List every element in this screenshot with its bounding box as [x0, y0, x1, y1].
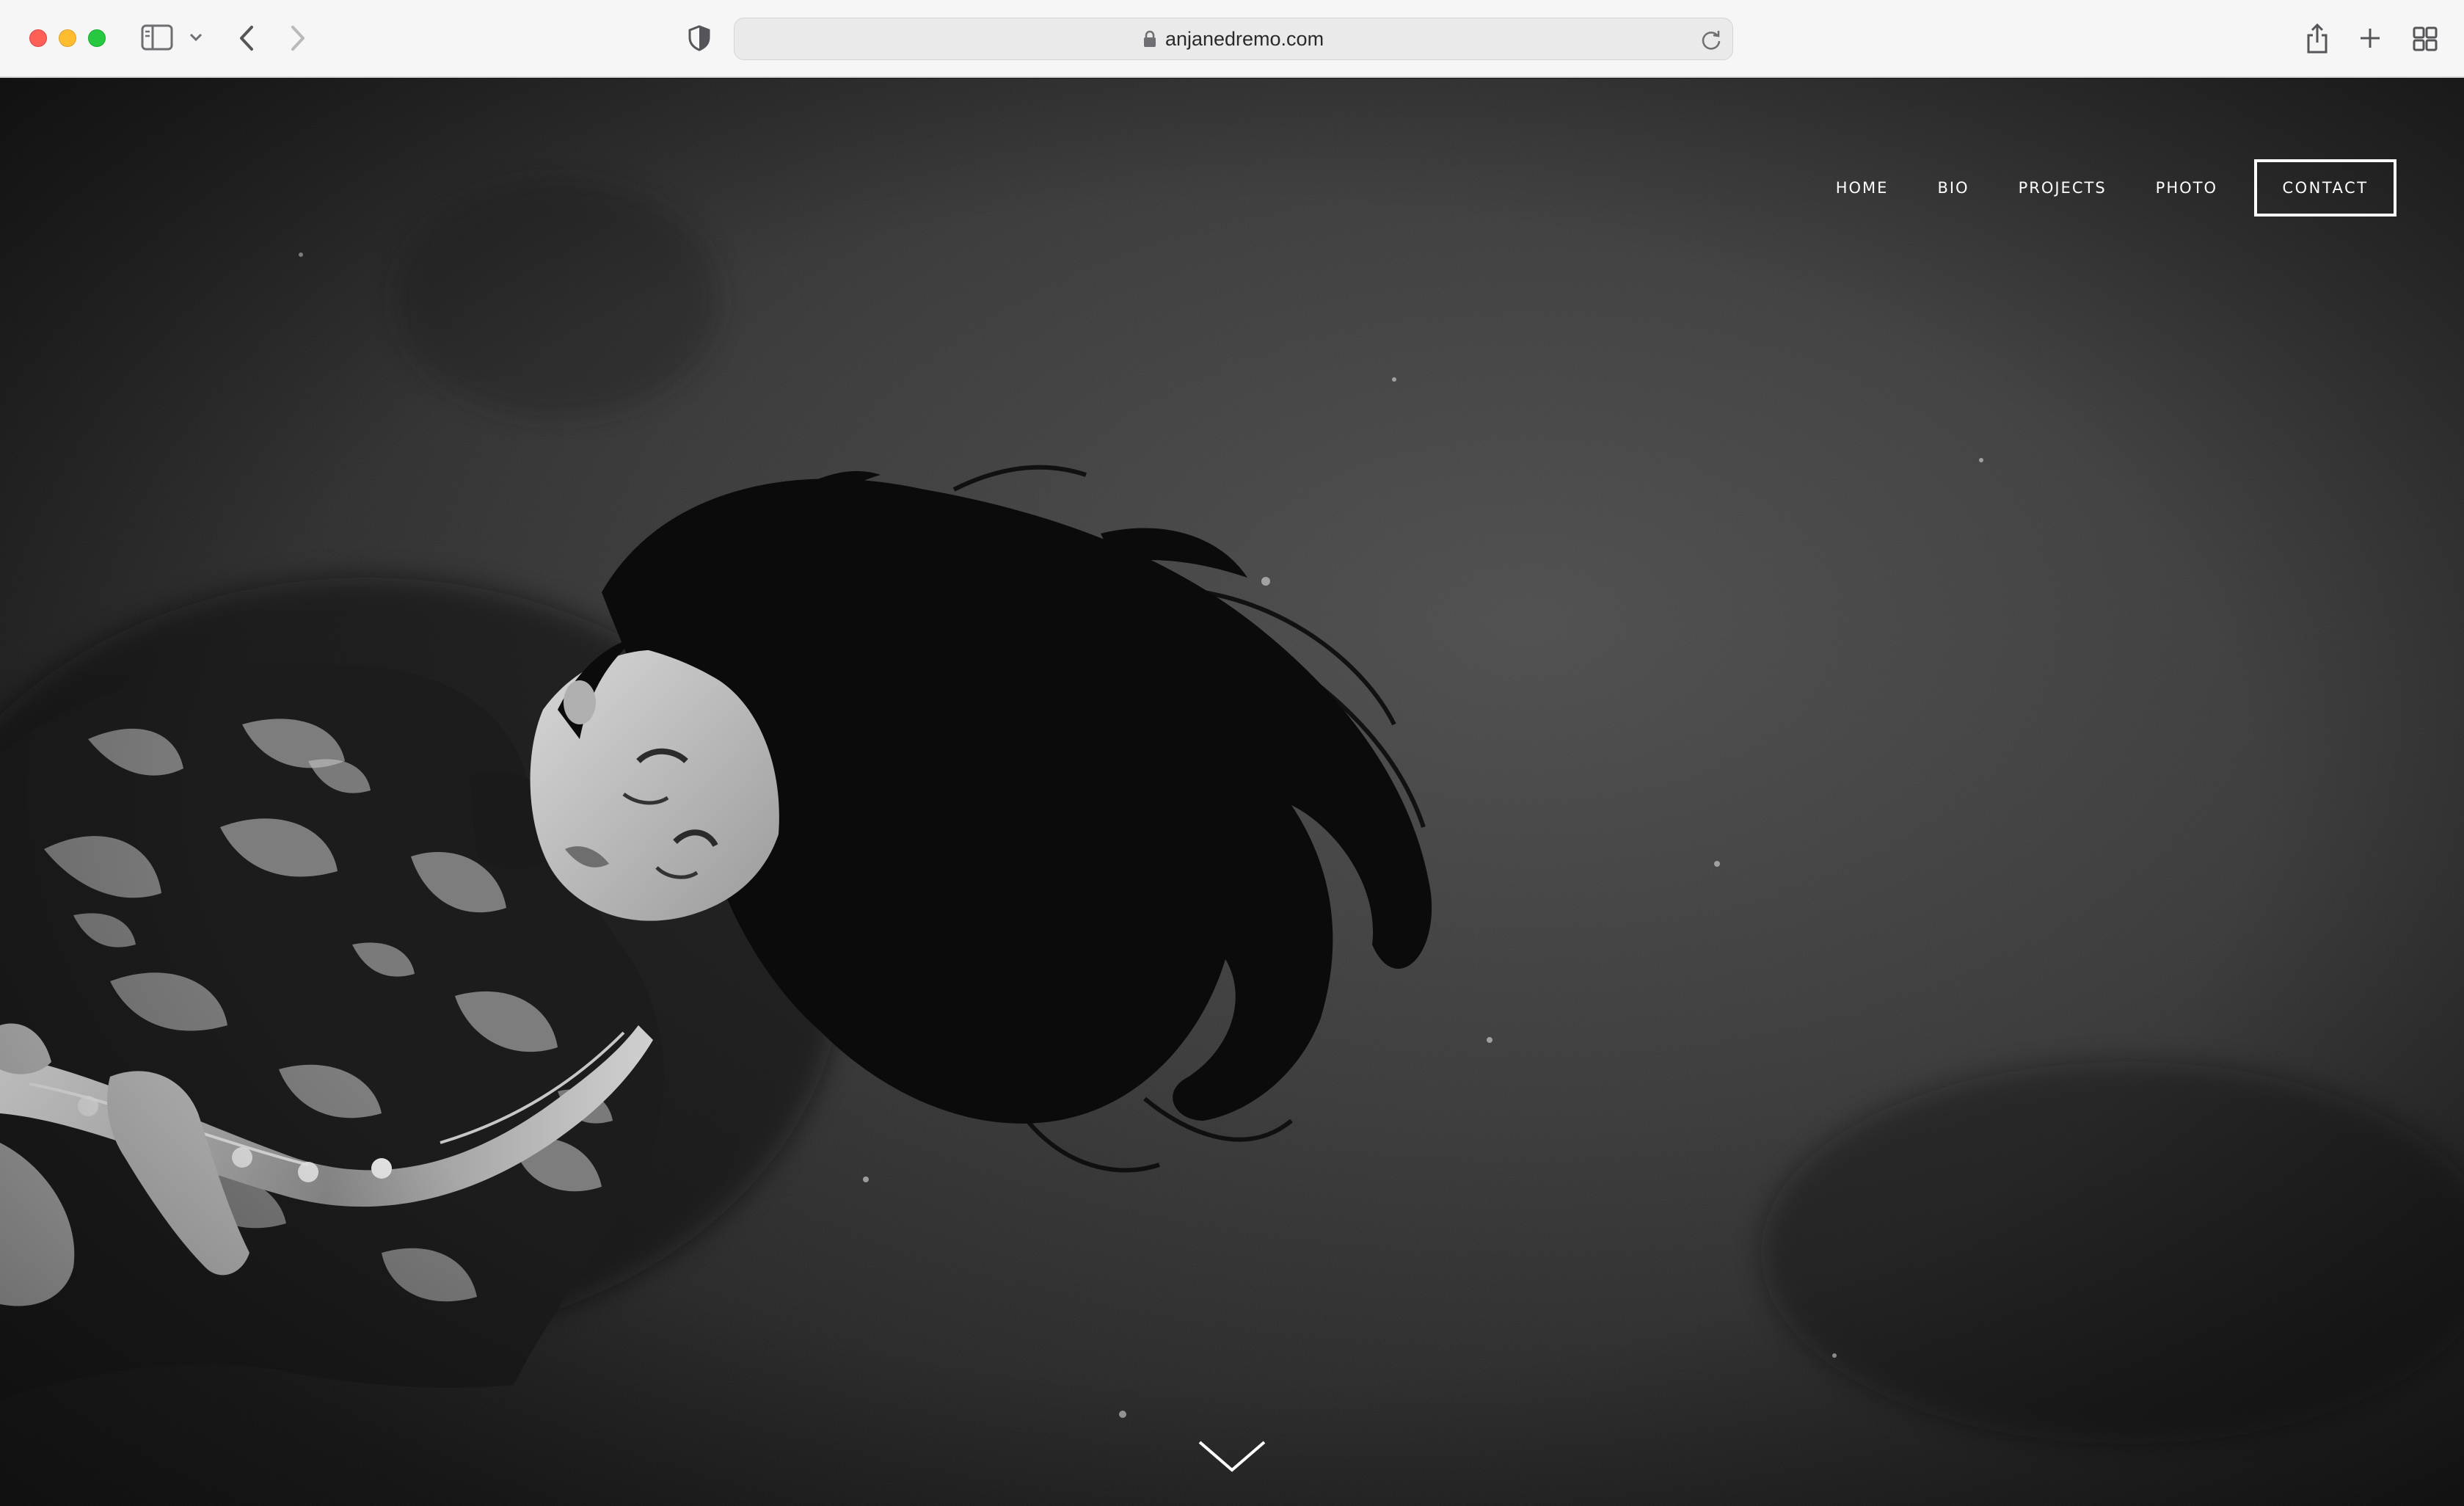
nav-link-home[interactable]: HOME: [1836, 179, 1889, 197]
url-display[interactable]: anjanedremo.com: [735, 18, 1732, 59]
chevron-down-icon[interactable]: [186, 26, 205, 48]
nav-link-bio[interactable]: BIO: [1937, 179, 1969, 197]
nav-link-photo[interactable]: PHOTO: [2156, 179, 2217, 197]
chevron-down-icon[interactable]: [1198, 1438, 1266, 1474]
lock-icon: [1143, 30, 1156, 48]
zoom-window-button[interactable]: [88, 29, 106, 47]
browser-toolbar: anjanedremo.com: [0, 0, 2464, 78]
nav-link-projects[interactable]: PROJECTS: [2019, 179, 2107, 197]
minimize-window-button[interactable]: [59, 29, 76, 47]
plus-icon[interactable]: [2355, 23, 2385, 53]
shield-icon[interactable]: [687, 23, 712, 53]
url-text: anjanedremo.com: [1164, 27, 1324, 50]
tab-overview-icon[interactable]: [2411, 25, 2439, 53]
share-icon[interactable]: [2303, 21, 2332, 56]
chevron-right-icon[interactable]: [285, 22, 311, 54]
reload-icon[interactable]: [1699, 27, 1724, 52]
hero-photo: [0, 79, 2464, 1506]
sidebar-icon[interactable]: [141, 23, 173, 51]
contact-button[interactable]: CONTACT: [2254, 159, 2396, 217]
site-navigation: HOME BIO PROJECTS PHOTO CONTACT: [1836, 159, 2396, 217]
hero-section: HOME BIO PROJECTS PHOTO CONTACT: [0, 79, 2464, 1506]
close-window-button[interactable]: [29, 29, 47, 47]
chevron-left-icon[interactable]: [233, 22, 260, 54]
address-bar[interactable]: anjanedremo.com: [734, 18, 1733, 60]
